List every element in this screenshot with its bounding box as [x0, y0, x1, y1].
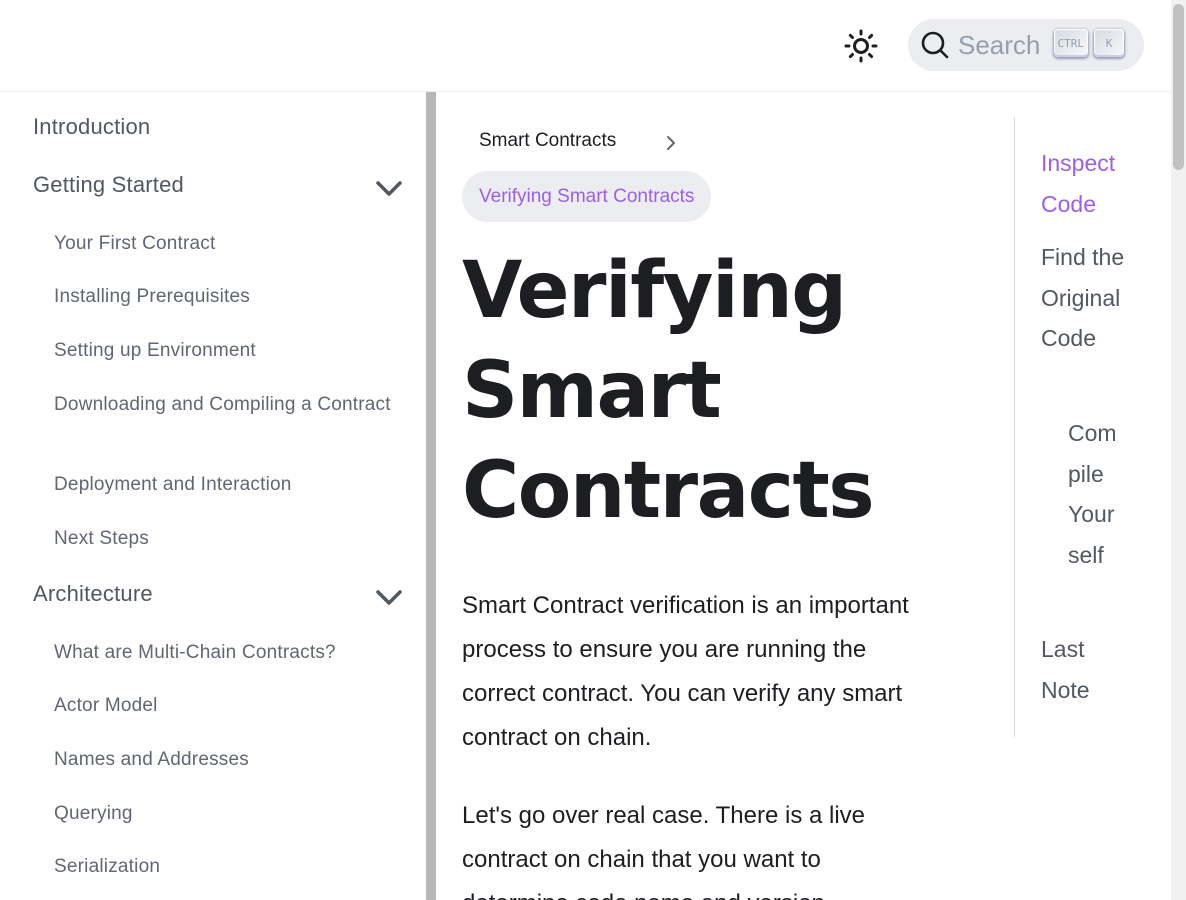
intro-paragraph: Smart Contract verification is an import…: [462, 592, 909, 751]
sidebar-item-installing-prerequisites[interactable]: Installing Prerequisites: [54, 283, 394, 310]
search-icon: [920, 30, 950, 60]
docs-page: Search CTRL K Introduction Getting Start…: [0, 0, 1186, 900]
toc-item-last-note[interactable]: Last Note: [1041, 629, 1111, 710]
sidebar-item-introduction[interactable]: Introduction: [33, 114, 150, 140]
toc-divider: [1014, 117, 1015, 737]
chevron-down-icon[interactable]: [373, 585, 405, 609]
sidebar-item-your-first-contract[interactable]: Your First Contract: [54, 230, 394, 257]
sidebar-item-deployment-and-interaction[interactable]: Deployment and Interaction: [54, 471, 394, 498]
sidebar-item-querying[interactable]: Querying: [54, 800, 394, 827]
sidebar-scrollbar[interactable]: [426, 92, 436, 900]
sidebar-item-setting-up-environment[interactable]: Setting up Environment: [54, 337, 394, 364]
sidebar-item-actor-model[interactable]: Actor Model: [54, 692, 394, 719]
sidebar-item-names-and-addresses[interactable]: Names and Addresses: [54, 746, 394, 773]
sidebar-category-getting-started[interactable]: Getting Started: [33, 172, 184, 198]
page-scrollbar-thumb[interactable]: [1173, 4, 1184, 170]
case-paragraph: Let's go over real case. There is a live…: [462, 802, 866, 900]
breadcrumb-smart-contracts[interactable]: Smart Contracts: [479, 130, 616, 152]
sidebar-category-architecture[interactable]: Architecture: [33, 581, 153, 607]
sidebar-item-next-steps[interactable]: Next Steps: [54, 525, 394, 552]
breadcrumb-current[interactable]: Verifying Smart Contracts: [462, 171, 712, 222]
docs-sidebar: Introduction Getting Started Your First …: [0, 92, 426, 900]
ctrl-key: CTRL: [1053, 29, 1088, 57]
sidebar-item-multi-chain-contracts[interactable]: What are Multi-Chain Contracts?: [54, 639, 394, 666]
sidebar-item-downloading-and-compiling[interactable]: Downloading and Compiling a Contract: [54, 391, 394, 418]
chevron-down-icon[interactable]: [373, 176, 405, 200]
toc-item-find-original-code[interactable]: Find the Original Code: [1041, 237, 1141, 359]
search-shortcut: CTRL K: [1053, 29, 1124, 57]
toc-item-inspect-code[interactable]: Inspect Code: [1041, 143, 1136, 224]
sun-icon: [844, 29, 878, 63]
theme-toggle-button[interactable]: [840, 25, 882, 67]
search-button[interactable]: Search CTRL K: [908, 19, 1144, 71]
sidebar-item-serialization[interactable]: Serialization: [54, 853, 394, 880]
k-key: K: [1094, 29, 1124, 57]
page-title: Verifying Smart Contracts: [462, 246, 875, 536]
chevron-right-icon: [667, 136, 675, 150]
top-navbar: Search CTRL K: [0, 0, 1171, 92]
toc-item-compile-yourself[interactable]: Compile Yourself: [1068, 413, 1118, 575]
search-label: Search: [958, 29, 1041, 60]
